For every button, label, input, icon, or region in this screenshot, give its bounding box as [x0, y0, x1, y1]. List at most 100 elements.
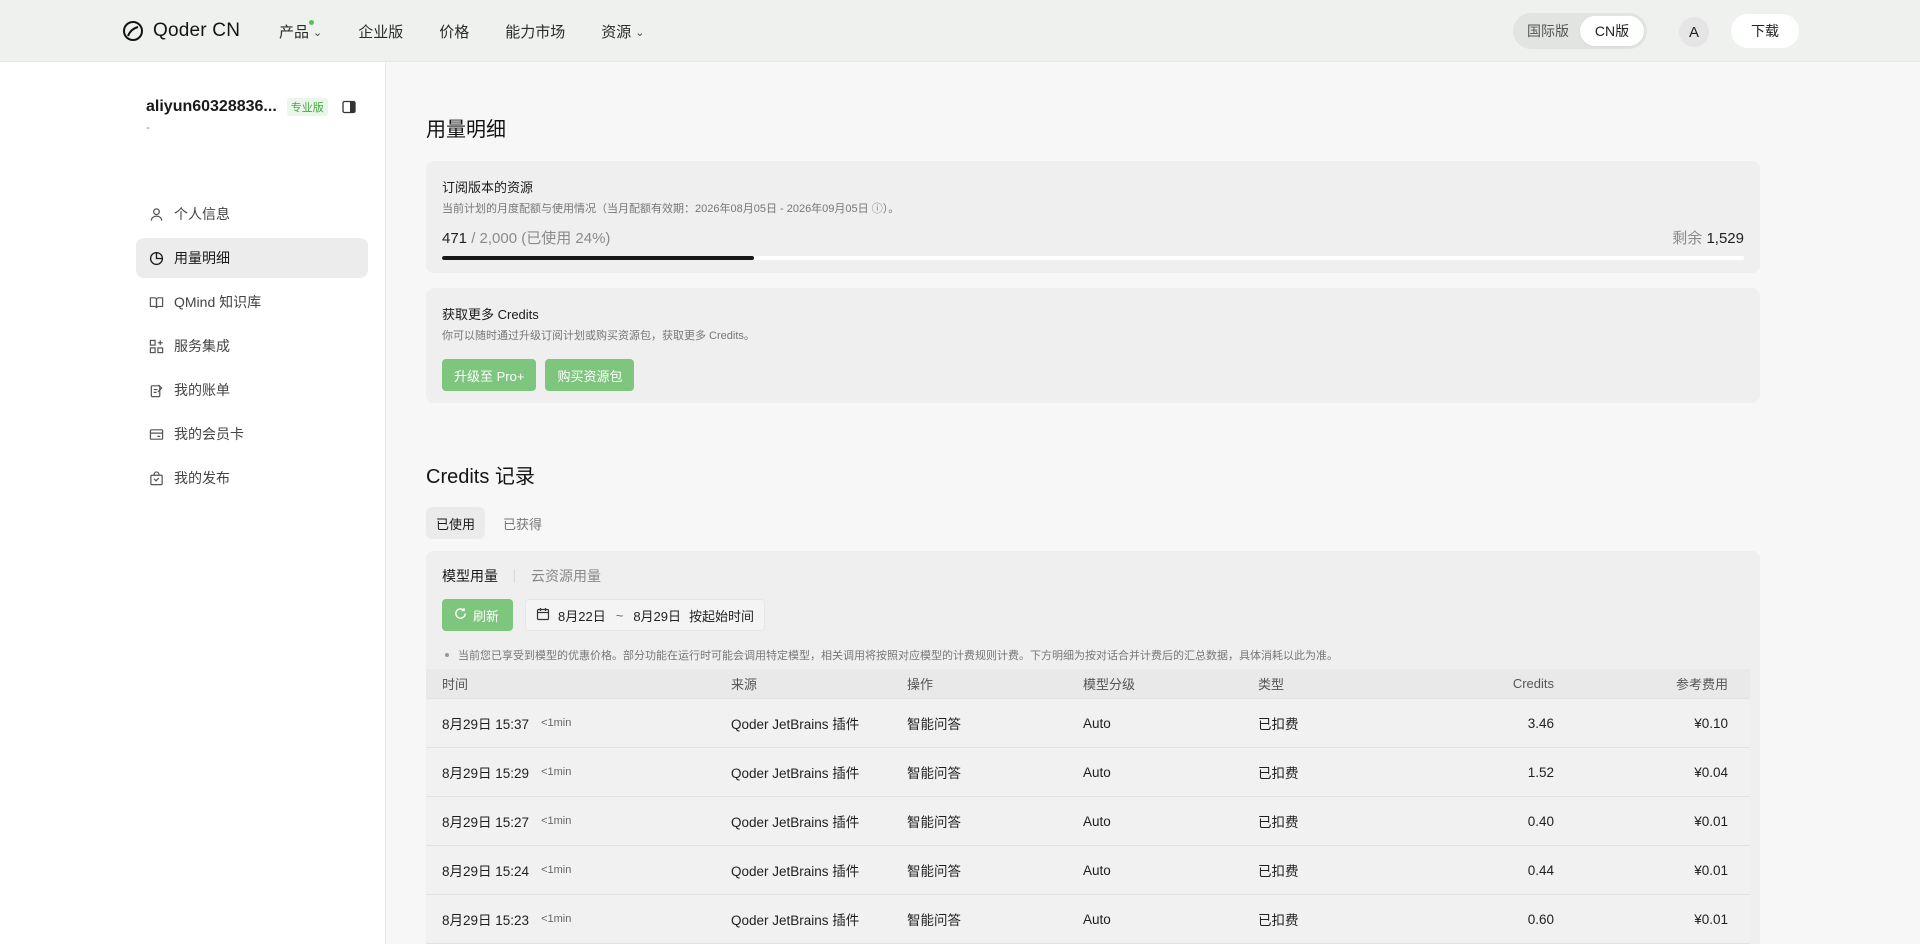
- column-header-time: 时间: [442, 677, 469, 692]
- bag-icon: [148, 470, 164, 486]
- quota-progress-bar: [442, 256, 1744, 260]
- cell-duration: <1min: [541, 717, 572, 729]
- subtab-divider: [514, 569, 515, 583]
- brand-name: Qoder CN: [153, 20, 241, 41]
- main-content: 用量明细 订阅版本的资源 当前计划的月度配额与使用情况（当月配额有效期：2026…: [426, 62, 1760, 944]
- refresh-label: 刷新: [473, 608, 500, 624]
- nav-item-resources[interactable]: 资源 ⌄: [601, 21, 644, 42]
- column-header-model-tier: 模型分级: [1083, 677, 1136, 692]
- cell-time: 8月29日 15:27: [442, 815, 530, 830]
- cell-type: 已扣费: [1258, 717, 1299, 732]
- pricing-notice: 当前您已享受到模型的优惠价格。部分功能在运行时可能会调用特定模型，相关调用将按照…: [445, 647, 1338, 663]
- cell-credits: 0.60: [1527, 911, 1554, 927]
- sidebar-collapse-icon[interactable]: [342, 100, 356, 114]
- table-row[interactable]: 8月29日 15:23 <1min Qoder JetBrains 插件 智能问答…: [426, 895, 1750, 944]
- column-header-operation: 操作: [907, 677, 934, 692]
- download-button[interactable]: 下载: [1731, 14, 1799, 48]
- cell-operation: 智能问答: [907, 717, 961, 732]
- cell-duration: <1min: [541, 766, 572, 778]
- subtab-cloud-usage[interactable]: 云资源用量: [531, 566, 601, 586]
- get-more-credits-card: 获取更多 Credits 你可以随时通过升级订阅计划或购买资源包，获取更多 Cr…: [426, 288, 1760, 403]
- upgrade-pro-plus-button[interactable]: 升级至 Pro+: [442, 359, 537, 391]
- page-title: 用量明细: [426, 119, 506, 141]
- buy-resource-pack-button[interactable]: 购买资源包: [545, 359, 635, 391]
- book-icon: [148, 294, 164, 310]
- sidebar-item-label: 个人信息: [174, 206, 230, 222]
- cell-time: 8月29日 15:23: [442, 913, 530, 928]
- brand-logo[interactable]: Qoder CN: [121, 18, 240, 44]
- nav-item-label: 能力市场: [505, 23, 566, 41]
- sidebar-item-publish[interactable]: 我的发布: [136, 458, 368, 498]
- new-indicator-dot: [309, 19, 314, 25]
- cell-model-tier: Auto: [1083, 862, 1111, 878]
- credits-title: 获取更多 Credits: [442, 307, 539, 322]
- column-header-credits: Credits: [1512, 676, 1554, 691]
- cell-source: Qoder JetBrains 插件: [731, 815, 860, 830]
- column-header-cost: 参考费用: [1675, 677, 1728, 692]
- nav-item-pricing[interactable]: 价格: [439, 21, 469, 42]
- cell-operation: 智能问答: [907, 815, 961, 830]
- bill-icon: [148, 382, 164, 398]
- username: aliyun60328836...: [146, 98, 277, 115]
- cell-type: 已扣费: [1258, 864, 1299, 879]
- cell-source: Qoder JetBrains 插件: [731, 766, 860, 781]
- column-header-source: 来源: [731, 677, 758, 692]
- credits-records-title: Credits 记录: [426, 466, 535, 488]
- cell-type: 已扣费: [1258, 815, 1299, 830]
- table-row[interactable]: 8月29日 15:29 <1min Qoder JetBrains 插件 智能问答…: [426, 748, 1750, 797]
- tab-used[interactable]: 已使用: [426, 507, 486, 539]
- cell-type: 已扣费: [1258, 766, 1299, 781]
- date-end: 8月29日: [633, 608, 682, 624]
- nav-item-label: 价格: [439, 23, 470, 41]
- quota-remaining-value: 1,529: [1706, 230, 1744, 247]
- cell-duration: <1min: [541, 913, 572, 925]
- cell-time: 8月29日 15:29: [442, 766, 530, 781]
- region-option-cn[interactable]: CN版: [1580, 16, 1644, 46]
- table-row[interactable]: 8月29日 15:27 <1min Qoder JetBrains 插件 智能问答…: [426, 797, 1750, 846]
- cell-credits: 1.52: [1527, 764, 1554, 780]
- user-block: aliyun60328836... 专业版 -: [146, 96, 358, 134]
- chevron-down-icon: ⌄: [635, 26, 645, 39]
- cell-time: 8月29日 15:24: [442, 864, 530, 879]
- date-separator: ~: [615, 607, 624, 623]
- cell-model-tier: Auto: [1083, 813, 1111, 829]
- sidebar-item-qmind[interactable]: QMind 知识库: [136, 282, 368, 322]
- cell-credits: 3.46: [1527, 715, 1554, 731]
- records-card: 模型用量 云资源用量 刷新 8月22日 ~ 8月29日 按起始时间 当前您已享受: [426, 551, 1760, 944]
- cell-source: Qoder JetBrains 插件: [731, 913, 860, 928]
- records-tabs: 已使用 已获得: [426, 507, 552, 539]
- region-option-international[interactable]: 国际版: [1516, 16, 1580, 46]
- date-range-picker[interactable]: 8月22日 ~ 8月29日 按起始时间: [525, 599, 766, 631]
- cell-cost: ¥0.01: [1694, 862, 1728, 878]
- sidebar-item-label: 用量明细: [174, 250, 230, 266]
- cell-cost: ¥0.10: [1694, 715, 1728, 731]
- subtab-model-usage[interactable]: 模型用量: [442, 566, 498, 586]
- usage-table: 时间 来源 操作 模型分级 类型 Credits 参考费用 8月29日 15:3…: [426, 669, 1750, 944]
- sidebar-item-profile[interactable]: 个人信息: [136, 194, 368, 234]
- sidebar-item-integrations[interactable]: 服务集成: [136, 326, 368, 366]
- table-row[interactable]: 8月29日 15:24 <1min Qoder JetBrains 插件 智能问答…: [426, 846, 1750, 895]
- cell-credits: 0.44: [1527, 862, 1554, 878]
- cell-model-tier: Auto: [1083, 764, 1111, 780]
- nav-item-enterprise[interactable]: 企业版: [358, 21, 403, 42]
- tab-earned[interactable]: 已获得: [493, 507, 552, 539]
- cell-cost: ¥0.01: [1694, 813, 1728, 829]
- user-subline: -: [146, 120, 150, 134]
- sidebar-item-bills[interactable]: 我的账单: [136, 370, 368, 410]
- refresh-button[interactable]: 刷新: [442, 599, 514, 631]
- region-toggle: 国际版 CN版: [1513, 13, 1647, 49]
- nav-item-product[interactable]: 产品 ⌄: [279, 19, 322, 42]
- avatar[interactable]: A: [1679, 17, 1709, 47]
- table-row[interactable]: 8月29日 15:37 <1min Qoder JetBrains 插件 智能问答…: [426, 699, 1750, 748]
- nav-item-label: 产品: [279, 23, 310, 41]
- quota-used: 471 / 2,000 (已使用 24%): [442, 227, 610, 248]
- credits-description: 你可以随时通过升级订阅计划或购买资源包，获取更多 Credits。: [442, 330, 755, 342]
- nav-item-marketplace[interactable]: 能力市场: [505, 21, 565, 42]
- sidebar-item-usage[interactable]: 用量明细: [136, 238, 368, 278]
- cell-operation: 智能问答: [907, 766, 961, 781]
- sidebar-item-membership[interactable]: 我的会员卡: [136, 414, 368, 454]
- sidebar-item-label: QMind 知识库: [174, 294, 262, 310]
- calendar-icon: [536, 607, 550, 624]
- records-toolbar: 刷新 8月22日 ~ 8月29日 按起始时间: [442, 599, 766, 631]
- sidebar: aliyun60328836... 专业版 - 个人信息 用量明细 QMind …: [0, 62, 386, 944]
